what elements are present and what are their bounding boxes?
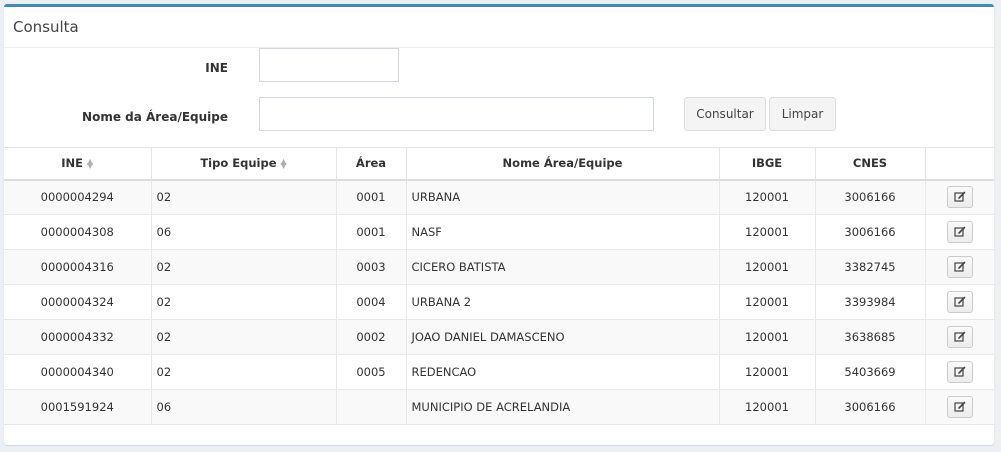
cell-ine: 0000004340 [4,354,152,390]
column-header-ine[interactable]: INE ▲ ▼ [4,147,152,181]
cell-actions [925,319,994,355]
cell-tipo-equipe: 06 [151,389,337,425]
edit-button[interactable] [946,326,973,348]
cell-ine: 0000004324 [4,284,152,320]
cell-cnes: 3006166 [815,214,926,250]
ine-label: INE [205,61,228,75]
column-header-area: Área [336,147,407,181]
cell-tipo-equipe: 02 [151,319,337,355]
edit-icon [954,331,966,342]
cell-tipo-equipe: 02 [151,249,337,285]
nome-area-equipe-input[interactable] [259,97,654,131]
edit-icon [954,191,966,202]
cell-ibge: 120001 [719,179,816,215]
table-row: 0000004324 02 0004 URBANA 2 120001 33939… [4,284,994,320]
cell-nome-area-equipe: URBANA [406,179,720,215]
cell-area: 0001 [336,179,407,215]
column-header-cnes: CNES [815,147,926,181]
cell-ibge: 120001 [719,389,816,425]
table-row: 0000004340 02 0005 REDENCAO 120001 54036… [4,354,994,390]
results-table: INE ▲ ▼ Tipo Equipe ▲ ▼ Área Nome Área/Equip… [4,147,994,425]
panel-header: Consulta [4,7,994,48]
edit-icon [954,366,966,377]
column-header-ibge: IBGE [719,147,816,181]
table-row: 0001591924 06 MUNICIPIO DE ACRELANDIA 12… [4,389,994,425]
limpar-button[interactable]: Limpar [769,97,836,131]
ine-input[interactable] [259,48,399,82]
edit-button[interactable] [946,291,973,313]
cell-ibge: 120001 [719,214,816,250]
table-row: 0000004332 02 0002 JOAO DANIEL DAMASCENO… [4,319,994,355]
cell-area: 0003 [336,249,407,285]
cell-actions [925,354,994,390]
cell-ibge: 120001 [719,354,816,390]
cell-nome-area-equipe: NASF [406,214,720,250]
cell-area: 0005 [336,354,407,390]
consultar-button[interactable]: Consultar [684,97,766,131]
cell-ine: 0000004308 [4,214,152,250]
cell-ine: 0001591924 [4,389,152,425]
cell-cnes: 5403669 [815,354,926,390]
column-header-nome-area-equipe: Nome Área/Equipe [406,147,720,181]
cell-actions [925,214,994,250]
table-row: 0000004308 06 0001 NASF 120001 3006166 [4,214,994,250]
cell-ibge: 120001 [719,249,816,285]
table-row: 0000004294 02 0001 URBANA 120001 3006166 [4,179,994,215]
column-header-actions [925,147,994,181]
cell-cnes: 3393984 [815,284,926,320]
cell-actions [925,389,994,425]
table-header-row: INE ▲ ▼ Tipo Equipe ▲ ▼ Área Nome Área/Equip… [4,147,994,181]
cell-tipo-equipe: 02 [151,179,337,215]
cell-ibge: 120001 [719,284,816,320]
cell-cnes: 3006166 [815,179,926,215]
cell-nome-area-equipe: REDENCAO [406,354,720,390]
cell-ine: 0000004332 [4,319,152,355]
edit-icon [954,261,966,272]
cell-nome-area-equipe: CICERO BATISTA [406,249,720,285]
panel-title: Consulta [13,18,79,36]
column-header-tipo-equipe[interactable]: Tipo Equipe ▲ ▼ [151,147,337,181]
cell-area: 0002 [336,319,407,355]
consulta-panel: Consulta INE Nome da Área/Equipe Consult… [4,4,994,445]
nome-area-equipe-label: Nome da Área/Equipe [82,110,228,124]
cell-tipo-equipe: 02 [151,354,337,390]
cell-cnes: 3006166 [815,389,926,425]
cell-area: 0001 [336,214,407,250]
cell-nome-area-equipe: MUNICIPIO DE ACRELANDIA [406,389,720,425]
cell-area: 0004 [336,284,407,320]
edit-button[interactable] [946,221,973,243]
cell-nome-area-equipe: URBANA 2 [406,284,720,320]
cell-ine: 0000004294 [4,179,152,215]
cell-actions [925,249,994,285]
edit-button[interactable] [946,396,973,418]
cell-tipo-equipe: 02 [151,284,337,320]
cell-actions [925,179,994,215]
cell-actions [925,284,994,320]
edit-button[interactable] [946,361,973,383]
edit-button[interactable] [946,186,973,209]
cell-ibge: 120001 [719,319,816,355]
cell-cnes: 3638685 [815,319,926,355]
edit-icon [954,296,966,307]
sort-icon: ▲ ▼ [87,156,94,170]
table-row: 0000004316 02 0003 CICERO BATISTA 120001… [4,249,994,285]
edit-button[interactable] [946,256,973,278]
cell-area [336,389,407,425]
sort-icon: ▲ ▼ [280,156,287,170]
edit-icon [954,226,966,237]
cell-tipo-equipe: 06 [151,214,337,250]
cell-ine: 0000004316 [4,249,152,285]
cell-nome-area-equipe: JOAO DANIEL DAMASCENO [406,319,720,355]
edit-icon [954,401,966,412]
cell-cnes: 3382745 [815,249,926,285]
